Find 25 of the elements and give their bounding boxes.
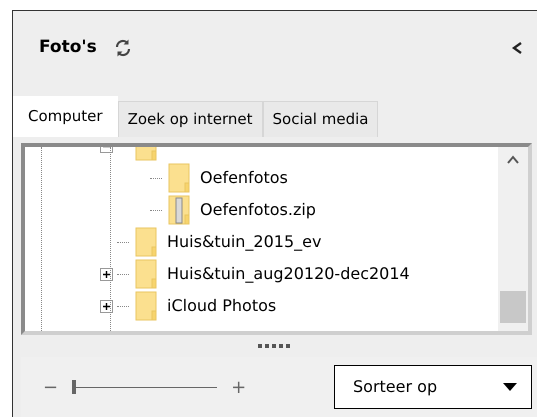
tree-item[interactable]: Oefenfotos.zip	[200, 198, 316, 222]
tab[interactable]: Computer	[13, 96, 118, 137]
scroll-up-icon[interactable]	[506, 155, 520, 164]
tree-item[interactable]: Oefenfotos	[200, 166, 288, 190]
tab[interactable]: Zoek op internet	[118, 101, 262, 137]
folder-icon	[135, 259, 159, 289]
tree-item[interactable]: Huis&tuin_aug20120-dec2014	[167, 262, 410, 286]
resize-grip-icon[interactable]	[258, 344, 292, 348]
tab[interactable]: Social media	[262, 101, 378, 137]
zoom-out-button[interactable]: −	[43, 374, 58, 400]
slider-thumb[interactable]	[72, 380, 76, 394]
sort-dropdown[interactable]: Sorteer op	[334, 365, 532, 409]
dropdown-caret-icon	[503, 383, 517, 391]
scroll-thumb[interactable]	[500, 291, 526, 323]
folder-icon	[135, 291, 159, 321]
folder-icon	[135, 227, 159, 257]
panel-title: Foto's	[39, 36, 97, 60]
zip-file-icon	[168, 195, 192, 225]
zoom-slider[interactable]	[72, 380, 218, 394]
tree-item[interactable]: iCloud Photos	[167, 294, 276, 318]
tree-item[interactable]: Huis&tuin_2015_ev	[167, 230, 322, 254]
folder-icon	[168, 163, 192, 193]
collapse-icon[interactable]	[511, 41, 523, 55]
scrollbar[interactable]	[498, 147, 528, 331]
zoom-in-button[interactable]: +	[231, 374, 246, 400]
